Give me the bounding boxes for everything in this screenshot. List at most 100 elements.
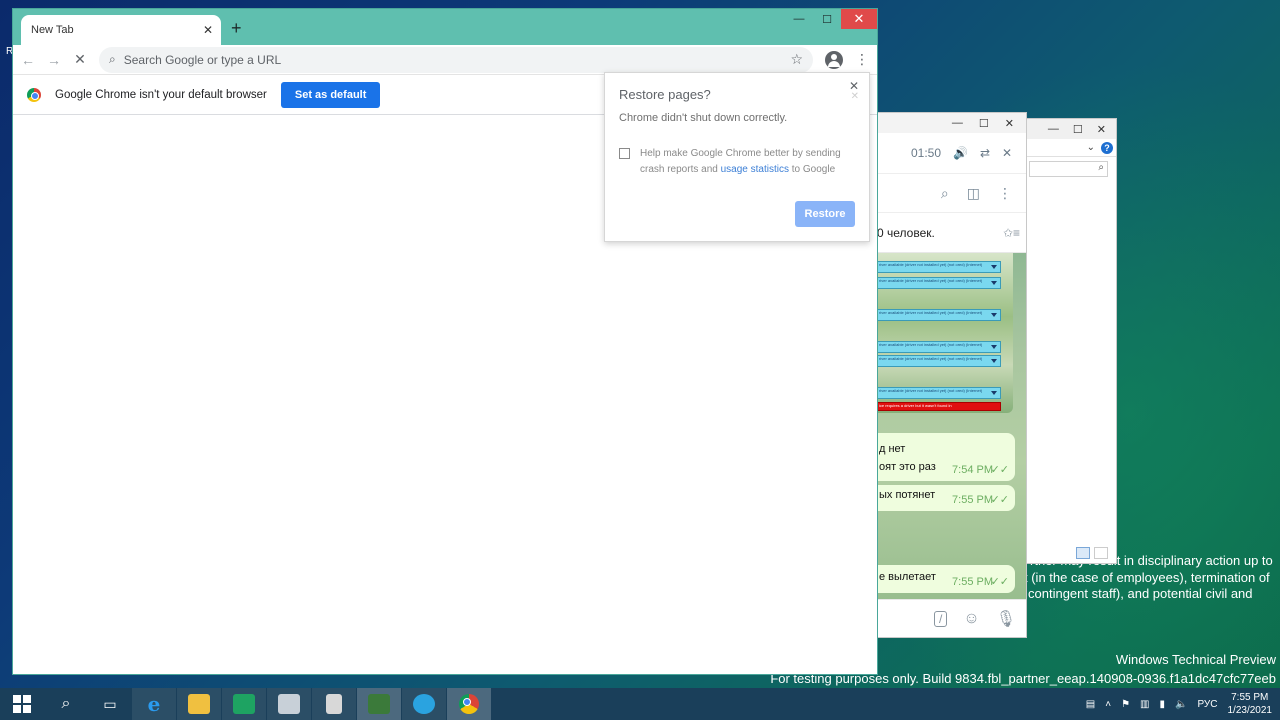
minimize-icon[interactable]: —: [785, 9, 813, 29]
signal-icon[interactable]: ▮: [1160, 699, 1166, 710]
volume-icon[interactable]: 🔈: [1175, 699, 1187, 710]
network-icon[interactable]: ▥: [1140, 699, 1149, 710]
driver-dropdown: river available (driver not installed ye…: [877, 261, 1001, 273]
message-input-bar[interactable]: / ☺ 🎙: [877, 599, 1026, 637]
bookmark-star-icon[interactable]: ☆: [790, 51, 803, 68]
maximize-icon[interactable]: ☐: [979, 117, 989, 130]
app-tile-5[interactable]: [312, 688, 356, 720]
stop-loading-icon[interactable]: ✕: [73, 51, 87, 68]
driver-dropdown: river available (driver not installed ye…: [877, 387, 1001, 399]
chevron-down-icon[interactable]: ⌄: [1087, 142, 1095, 153]
store-app[interactable]: [222, 688, 266, 720]
watermark-title: Windows Technical Preview: [1115, 652, 1276, 667]
help-icon[interactable]: ?: [1101, 141, 1113, 154]
popup-title: Restore pages?: [619, 87, 711, 102]
restore-pages-popup: ✕ ✕ Restore pages? Chrome didn't shut do…: [604, 72, 870, 242]
close-icon-faded: ✕: [850, 91, 859, 102]
flag-icon[interactable]: ⚑: [1121, 699, 1130, 710]
pinned-message-bar[interactable]: 0 человек. ✩≡: [877, 213, 1026, 253]
minimize-icon[interactable]: —: [952, 117, 963, 129]
profile-avatar-icon[interactable]: [825, 50, 843, 69]
checkbox-label: Help make Google Chrome better by sendin…: [640, 146, 855, 178]
tab-new-tab[interactable]: New Tab ✕: [21, 15, 221, 45]
maximize-icon[interactable]: ☐: [1073, 123, 1083, 136]
telegram-window[interactable]: — ☐ ✕ 01:50 🔊 ⇄ ✕ ⌕ ◫ ⋮ 0 человек. ✩≡ ri…: [876, 112, 1027, 638]
telegram-icon: [413, 694, 435, 714]
search-input[interactable]: ⌕: [1029, 161, 1108, 177]
task-view-button[interactable]: ▭: [88, 688, 132, 720]
message-time: 7:55 PM: [952, 576, 993, 588]
back-arrow-icon[interactable]: ←: [21, 52, 35, 68]
close-player-icon[interactable]: ✕: [1002, 146, 1012, 160]
tiles-view-icon[interactable]: [1094, 547, 1108, 559]
close-icon[interactable]: ✕: [841, 9, 877, 29]
clock-time: 7:55 PM: [1231, 692, 1269, 703]
forward-arrow-icon[interactable]: →: [47, 52, 61, 68]
details-view-icon[interactable]: [1076, 547, 1090, 559]
view-toggle[interactable]: [1076, 547, 1108, 559]
address-input[interactable]: [123, 52, 783, 67]
telegram-app[interactable]: [402, 688, 446, 720]
pin-icon[interactable]: ✩≡: [1003, 226, 1020, 240]
driver-dropdown: river available (driver not installed ye…: [877, 355, 1001, 367]
minimize-icon[interactable]: —: [1048, 123, 1059, 135]
volume-icon[interactable]: 🔊: [953, 146, 968, 160]
app-tile-6[interactable]: [357, 688, 401, 720]
chrome-app[interactable]: [447, 688, 491, 720]
chrome-icon: [459, 694, 479, 714]
show-hidden-icons[interactable]: ˄: [1105, 699, 1111, 710]
maximize-icon[interactable]: ☐: [813, 9, 841, 29]
search-icon[interactable]: ⌕: [941, 185, 949, 202]
taskbar: ⌕ ▭ e ▤ ˄ ⚑ ▥ ▮ 🔈 РУС 7:55 PM 1/23/2021: [0, 688, 1280, 720]
crash-report-checkbox[interactable]: [619, 148, 630, 159]
restore-button[interactable]: Restore: [795, 201, 855, 227]
toolbar: ← → ✕ ⌕ ☆ ⋮: [13, 45, 877, 75]
message-bubble: е вылетает 7:55 PM ✓✓: [877, 565, 1015, 593]
message-bubble: ых потянет 7:55 PM ✓✓: [877, 485, 1015, 511]
app-tile-4[interactable]: [267, 688, 311, 720]
audio-player: 01:50 🔊 ⇄ ✕: [877, 133, 1026, 173]
file-explorer-app[interactable]: [177, 688, 221, 720]
driver-error: ice requires a driver but it wasn't foun…: [877, 402, 1001, 411]
start-button[interactable]: [0, 688, 44, 720]
close-tab-icon[interactable]: ✕: [203, 23, 213, 37]
emoji-icon[interactable]: ☺: [963, 610, 979, 628]
monitor-icon: [278, 694, 300, 714]
message-text: д нет: [879, 443, 906, 455]
tab-title: New Tab: [31, 24, 74, 36]
set-as-default-button[interactable]: Set as default: [280, 81, 381, 108]
chat-header: ⌕ ◫ ⋮: [877, 173, 1026, 213]
search-icon: ⌕: [109, 52, 116, 66]
more-menu-icon[interactable]: ⋮: [998, 185, 1012, 202]
action-center-icon[interactable]: ▤: [1086, 699, 1095, 710]
repeat-icon[interactable]: ⇄: [980, 146, 990, 160]
microphone-icon[interactable]: 🎙: [996, 609, 1016, 629]
screenshot-photo[interactable]: river available (driver not installed ye…: [877, 253, 1013, 413]
sidebar-toggle-icon[interactable]: ◫: [967, 185, 980, 202]
menu-dots-icon[interactable]: ⋮: [855, 51, 869, 68]
read-check-icon: ✓✓: [990, 494, 1009, 506]
store-icon: [233, 694, 255, 714]
commands-icon[interactable]: /: [934, 610, 948, 627]
pinned-text: 0 человек.: [877, 225, 935, 240]
crash-report-option[interactable]: Help make Google Chrome better by sendin…: [619, 146, 855, 178]
omnibox[interactable]: ⌕ ☆: [99, 46, 813, 73]
app-icon: [368, 694, 390, 714]
new-tab-button[interactable]: +: [231, 19, 242, 37]
search-button[interactable]: ⌕: [44, 688, 88, 720]
device-icon: [326, 694, 342, 714]
close-icon[interactable]: ✕: [1097, 123, 1106, 136]
usage-statistics-link[interactable]: usage statistics: [721, 164, 789, 175]
clock[interactable]: 7:55 PM 1/23/2021: [1228, 691, 1273, 717]
driver-dropdown: river available (driver not installed ye…: [877, 277, 1001, 289]
internet-explorer-app[interactable]: e: [132, 688, 176, 720]
tab-strip: New Tab ✕ + — ☐ ✕: [13, 9, 877, 45]
desktop-bg-text-2: t (in the case of employees), terminatio…: [1024, 570, 1270, 585]
windows-logo-icon: [13, 695, 31, 713]
message-time: 7:54 PM: [952, 464, 993, 476]
driver-dropdown: river available (driver not installed ye…: [877, 309, 1001, 321]
language-indicator[interactable]: РУС: [1197, 699, 1217, 710]
read-check-icon: ✓✓: [990, 464, 1009, 476]
window-controls: — ☐ ✕: [785, 9, 877, 29]
close-icon[interactable]: ✕: [1005, 117, 1014, 130]
